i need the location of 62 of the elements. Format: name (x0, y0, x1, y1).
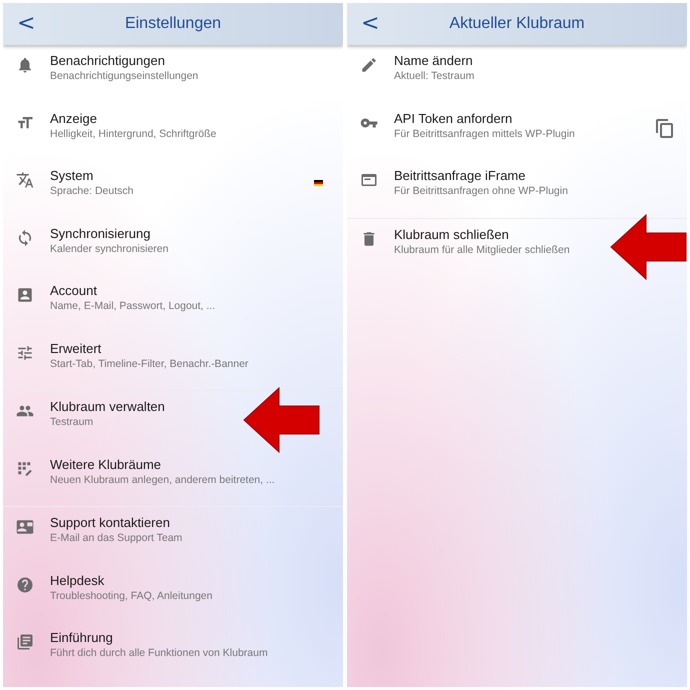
item-title: Weitere Klubräume (50, 456, 162, 472)
settings-item[interactable]: Account Name, E-Mail, Passwort, Logout, ... (3, 275, 343, 332)
item-title: Klubraum schließen (394, 226, 510, 242)
settings-item[interactable]: API Token anfordern Für Beitrittsanfragen mittels WP-Plugin (347, 102, 687, 160)
item-subtitle: Helligkeit, Hintergrund, Schriftgröße (50, 128, 218, 140)
item-subtitle: Für Beitrittsanfragen mittels WP-Plugin (394, 128, 576, 140)
help-icon (16, 576, 34, 594)
item-title: Benachrichtigungen (50, 53, 166, 68)
account-icon (16, 286, 34, 304)
item-subtitle: Neuen Klubraum anlegen, anderem beitreten, ... (50, 474, 276, 486)
item-title: Einführung (50, 630, 114, 645)
back-button[interactable]: < (13, 11, 40, 36)
item-subtitle: E-Mail an das Support Team (50, 532, 184, 544)
item-title: System (50, 168, 94, 183)
item-title: Anzeige (50, 110, 98, 126)
copy-icon[interactable] (656, 118, 673, 138)
screen-title: Einstellungen (124, 15, 222, 33)
item-subtitle: Für Beitrittsanfragen ohne WP-Plugin (394, 185, 569, 197)
settings-item[interactable]: Beitrittsanfrage iFrame Für Beitrittsanfragen ohne WP-Plugin (347, 160, 687, 218)
item-subtitle: Klubraum für alle Mitglieder schließen (394, 244, 571, 256)
item-subtitle: Sprache: Deutsch (50, 185, 134, 197)
item-title: Helpdesk (50, 572, 106, 588)
sliders-icon (16, 344, 34, 362)
item-title: Beitrittsanfrage iFrame (394, 168, 526, 183)
item-title: Erweitert (50, 340, 102, 356)
settings-item[interactable]: Support kontaktieren E-Mail an das Support Team (3, 507, 343, 564)
item-title: Account (50, 283, 98, 298)
contact-card-icon (16, 518, 34, 536)
item-title: Klubraum verwalten (50, 399, 166, 414)
item-subtitle: Name, E-Mail, Passwort, Logout, ... (50, 300, 216, 312)
screen-title: Aktueller Klubraum (449, 15, 585, 33)
back-button[interactable]: < (357, 11, 384, 36)
window-icon (360, 171, 378, 189)
item-subtitle: Troubleshooting, FAQ, Anleitungen (50, 590, 214, 602)
item-subtitle: Kalender synchronisieren (50, 242, 170, 254)
settings-item[interactable]: System Sprache: Deutsch (3, 160, 343, 218)
item-title: Name ändern (394, 53, 474, 68)
item-title: Support kontaktieren (50, 515, 171, 530)
item-subtitle: Benachrichtigungseinstellungen (50, 70, 200, 82)
item-title: Synchronisierung (50, 226, 152, 240)
settings-item[interactable]: Einführung Führt dich durch alle Funktionen von Klubraum (3, 622, 343, 680)
item-subtitle: Führt dich durch alle Funktionen von Klubraum (50, 647, 269, 659)
settings-item[interactable]: Klubraum verwalten Testraum (3, 391, 343, 448)
item-subtitle: Start-Tab, Timeline-Filter, Benachr.-Banner (50, 358, 250, 370)
german-flag-icon (314, 180, 323, 186)
item-subtitle: Aktuell: Testraum (394, 70, 476, 82)
settings-item[interactable]: Synchronisierung Kalender synchronisieren (3, 218, 343, 275)
book-icon (16, 633, 34, 651)
item-title: API Token anfordern (394, 110, 514, 126)
settings-item[interactable]: Name ändern Aktuell: Testraum (347, 45, 687, 102)
settings-item[interactable]: Helpdesk Troubleshooting, FAQ, Anleitungen (3, 564, 343, 622)
settings-item[interactable]: Klubraum schließen Klubraum für alle Mitglieder schließen (347, 218, 687, 276)
bell-icon (16, 56, 34, 74)
settings-item[interactable]: Anzeige Helligkeit, Hintergrund, Schriftgröße (3, 102, 343, 160)
pencil-icon (360, 56, 378, 74)
dots-edit-icon (16, 460, 34, 478)
sync-icon (16, 228, 34, 246)
settings-item[interactable]: Erweitert Start-Tab, Timeline-Filter, Benachr.-Banner (3, 332, 343, 390)
settings-item[interactable]: Weitere Klubräume Neuen Klubraum anlegen, anderem beitreten, ... (3, 448, 343, 506)
settings-item[interactable]: Benachrichtigungen Benachrichtigungseinstellungen (3, 45, 343, 102)
item-subtitle: Testraum (50, 416, 94, 428)
translate-icon (16, 171, 34, 189)
